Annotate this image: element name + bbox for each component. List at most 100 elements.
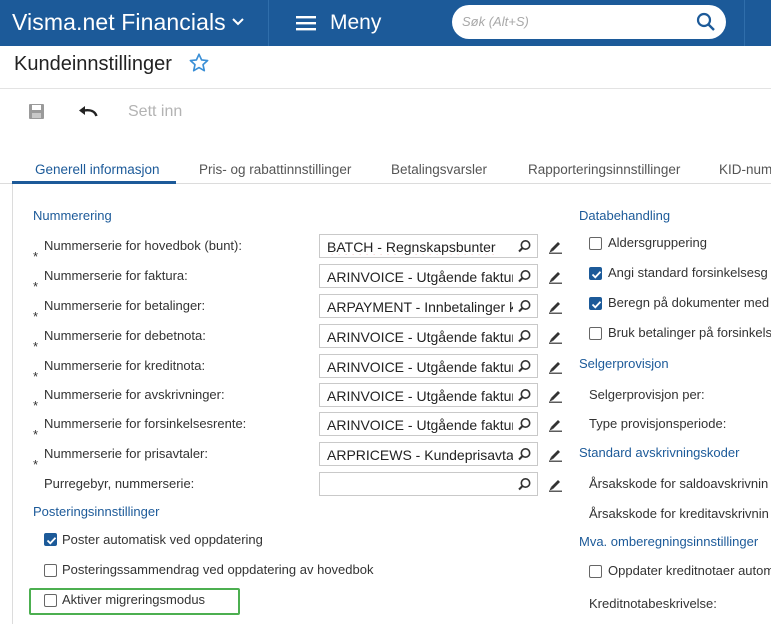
numbering-series-value: ARINVOICE - Utgående faktura [327, 359, 513, 375]
numbering-series-field[interactable] [319, 472, 538, 496]
posting-summary-checkbox[interactable] [44, 564, 57, 577]
edit-pencil-icon[interactable] [548, 388, 563, 403]
save-icon[interactable] [28, 103, 45, 120]
tab-price-discount[interactable]: Pris- og rabattinnstillinger [199, 162, 351, 177]
active-tab-indicator [12, 181, 176, 184]
section-vat-title: Mva. omberegningsinnstillinger [579, 534, 759, 549]
credit-note-description-label: Kreditnotabeskrivelse: [589, 596, 717, 611]
tab-payment-reminders[interactable]: Betalingsvarsler [391, 162, 487, 177]
section-posting-title: Posteringsinnstillinger [33, 504, 160, 519]
panel-border [12, 184, 13, 624]
use-payments-label: Bruk betalinger på forsinkels [608, 325, 771, 340]
lookup-search-icon[interactable] [517, 239, 532, 254]
balance-writeoff-reason-label: Årsakskode for saldoavskrivnin [589, 476, 769, 491]
edit-pencil-icon[interactable] [548, 329, 563, 344]
lookup-search-icon[interactable] [517, 447, 532, 462]
lookup-search-icon[interactable] [517, 299, 532, 314]
edit-pencil-icon[interactable] [548, 417, 563, 432]
edit-pencil-icon[interactable] [548, 447, 563, 462]
required-marker: * [33, 309, 39, 324]
required-marker: * [33, 369, 39, 384]
lookup-search-icon[interactable] [517, 359, 532, 374]
numbering-series-value: ARINVOICE - Utgående faktura [327, 269, 513, 285]
numbering-row-label: Purregebyr, nummerserie: [44, 476, 195, 491]
numbering-row-label: Nummerserie for faktura: [44, 268, 188, 283]
search-box[interactable] [452, 5, 726, 39]
undo-icon[interactable] [78, 103, 98, 119]
edit-pencil-icon[interactable] [548, 299, 563, 314]
divider [744, 0, 745, 46]
commission-period-type-label: Type provisjonsperiode: [589, 416, 727, 431]
calculate-documents-label: Beregn på dokumenter med [608, 295, 770, 310]
numbering-series-field[interactable]: ARPAYMENT - Innbetalinger ku [319, 294, 538, 318]
numbering-series-value: ARINVOICE - Utgående faktura [327, 417, 513, 433]
default-late-fee-label: Angi standard forsinkelsesg [608, 265, 768, 280]
commission-per-label: Selgerprovisjon per: [589, 387, 705, 402]
lookup-search-icon[interactable] [517, 417, 532, 432]
insert-button[interactable]: Sett inn [128, 103, 182, 121]
numbering-series-field[interactable]: ARINVOICE - Utgående faktura [319, 412, 538, 436]
numbering-series-field[interactable]: BATCH - Regnskapsbunter [319, 234, 538, 258]
required-marker: * [33, 398, 39, 413]
numbering-series-value: BATCH - Regnskapsbunter [327, 239, 496, 255]
aging-checkbox[interactable] [589, 237, 602, 250]
edit-pencil-icon[interactable] [548, 359, 563, 374]
search-input[interactable] [460, 13, 684, 30]
edit-pencil-icon[interactable] [548, 477, 563, 492]
checkmark-icon [591, 301, 602, 309]
required-marker: * [33, 339, 39, 354]
update-credit-notes-label: Oppdater kreditnotaer autom [608, 563, 771, 578]
calculate-documents-checkbox[interactable] [589, 297, 602, 310]
checkmark-icon [591, 271, 602, 279]
numbering-series-value: ARPAYMENT - Innbetalinger ku [327, 299, 513, 315]
numbering-series-field[interactable]: ARINVOICE - Utgående faktura [319, 354, 538, 378]
numbering-row-label: Nummerserie for kreditnota: [44, 358, 206, 373]
update-credit-notes-checkbox[interactable] [589, 565, 602, 578]
migration-mode-checkbox[interactable] [44, 594, 57, 607]
lookup-search-icon[interactable] [517, 477, 532, 492]
required-marker: * [33, 249, 39, 264]
numbering-series-field[interactable]: ARINVOICE - Utgående faktura [319, 324, 538, 348]
use-payments-checkbox[interactable] [589, 327, 602, 340]
numbering-series-value: ARINVOICE - Utgående faktura [327, 329, 513, 345]
tab-general-info[interactable]: Generell informasjon [35, 162, 160, 177]
edit-pencil-icon[interactable] [548, 269, 563, 284]
section-data-processing-title: Databehandling [579, 208, 671, 223]
app-name[interactable]: Visma.net Financials [12, 9, 226, 36]
numbering-series-field[interactable]: ARPRICEWS - Kundeprisavtale [319, 442, 538, 466]
search-icon[interactable] [696, 12, 716, 32]
lookup-search-icon[interactable] [517, 388, 532, 403]
numbering-row-label: Nummerserie for betalinger: [44, 298, 206, 313]
section-numbering-title: Nummerering [33, 208, 112, 223]
hamburger-icon[interactable] [296, 15, 316, 31]
edit-pencil-icon[interactable] [548, 239, 563, 254]
lookup-search-icon[interactable] [517, 269, 532, 284]
checkmark-icon [46, 537, 57, 545]
numbering-row-label: Nummerserie for forsinkelsesrente: [44, 416, 247, 431]
tab-reporting-settings[interactable]: Rapporteringsinnstillinger [528, 162, 680, 177]
migration-mode-label: Aktiver migreringsmodus [62, 592, 206, 607]
auto-post-checkbox[interactable] [44, 533, 57, 546]
required-marker: * [33, 427, 39, 442]
section-writeoff-title: Standard avskrivningskoder [579, 445, 740, 460]
required-marker: * [33, 279, 39, 294]
numbering-series-field[interactable]: ARINVOICE - Utgående faktura [319, 264, 538, 288]
aging-label: Aldersgruppering [608, 235, 708, 250]
numbering-series-value: ARINVOICE - Utgående faktura [327, 388, 513, 404]
lookup-search-icon[interactable] [517, 329, 532, 344]
numbering-series-field[interactable]: ARINVOICE - Utgående faktura [319, 383, 538, 407]
auto-post-label: Poster automatisk ved oppdatering [62, 532, 263, 547]
divider [0, 88, 771, 89]
required-marker: * [33, 457, 39, 472]
menu-button[interactable]: Meny [330, 11, 381, 35]
section-commission-title: Selgerprovisjon [579, 356, 669, 371]
favorite-star-icon[interactable] [188, 52, 210, 74]
chevron-down-icon[interactable] [231, 15, 245, 29]
default-late-fee-checkbox[interactable] [589, 267, 602, 280]
top-bar: Visma.net Financials Meny [0, 0, 771, 46]
tab-kid-number[interactable]: KID-num [719, 162, 771, 177]
credit-writeoff-reason-label: Årsakskode for kreditavskrivnin [589, 506, 769, 521]
numbering-row-label: Nummerserie for hovedbok (bunt): [44, 238, 242, 253]
numbering-series-value: ARPRICEWS - Kundeprisavtale [327, 447, 513, 463]
page-title: Kundeinnstillinger [14, 53, 172, 75]
